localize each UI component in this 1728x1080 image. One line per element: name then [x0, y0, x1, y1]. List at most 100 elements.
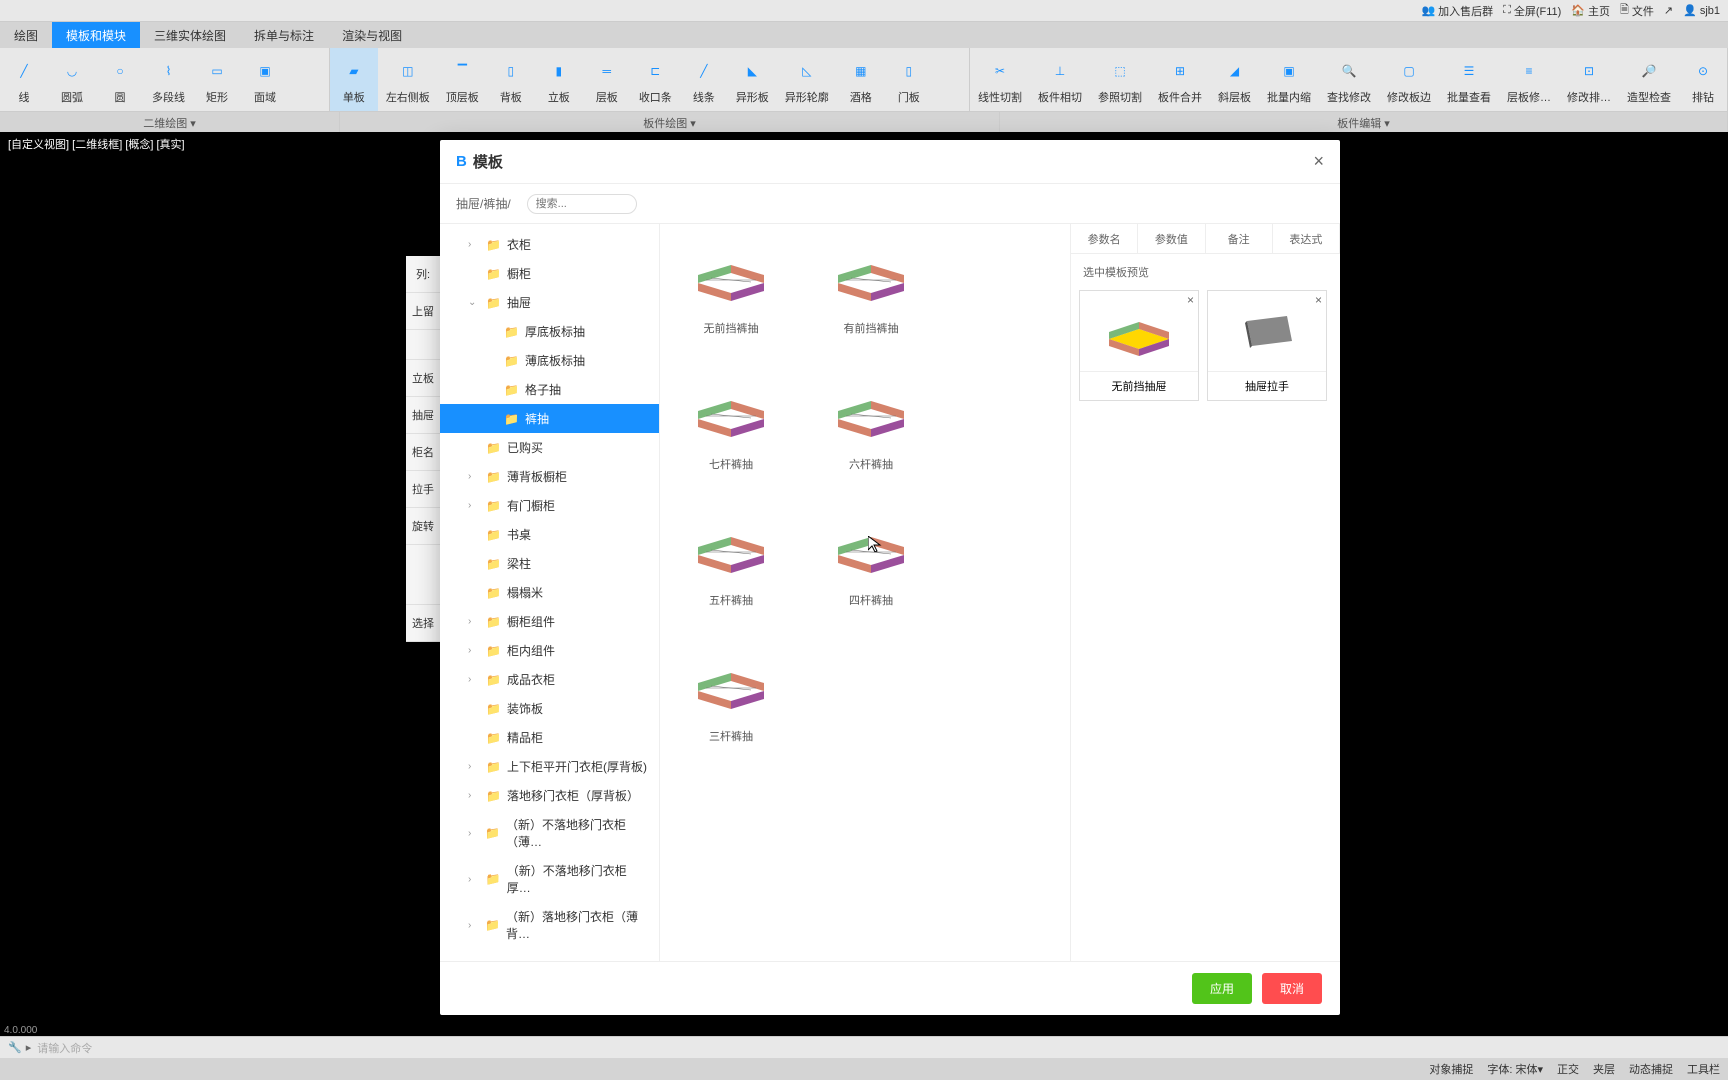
tree-item[interactable]: 📁格子抽: [440, 375, 659, 404]
tree-item[interactable]: 📁已购买: [440, 433, 659, 462]
tool-special[interactable]: ◣异形板: [728, 48, 777, 111]
tree-item-label: 柜内组件: [507, 642, 555, 659]
status-ortho[interactable]: 正交: [1557, 1061, 1579, 1077]
preview-close-button[interactable]: ×: [1315, 293, 1322, 307]
tree-item[interactable]: 📁榻榻米: [440, 578, 659, 607]
tree-item[interactable]: 📁书桌: [440, 520, 659, 549]
preview-close-button[interactable]: ×: [1187, 293, 1194, 307]
tool-line[interactable]: ╱线: [0, 48, 48, 111]
tool-trim[interactable]: ⊏收口条: [631, 48, 680, 111]
tool-merge[interactable]: ⊞板件合并: [1150, 48, 1210, 111]
template-card[interactable]: 无前挡裤抽: [676, 240, 786, 336]
footer-2d[interactable]: 二维绘图 ▾: [0, 112, 340, 132]
home-button[interactable]: 🏠 主页: [1571, 3, 1610, 19]
tool-rect[interactable]: ▭矩形: [193, 48, 241, 111]
tool-ref-cut[interactable]: ⬚参照切割: [1090, 48, 1150, 111]
prop-drawer: 抽屉: [406, 397, 440, 434]
template-card[interactable]: 有前挡裤抽: [816, 240, 926, 336]
tool-contour[interactable]: ◺异形轮廓: [777, 48, 837, 111]
folder-icon: 📁: [485, 826, 500, 840]
tab-3d[interactable]: 三维实体绘图: [140, 22, 240, 48]
tab-template[interactable]: 模板和模块: [52, 22, 140, 48]
tool-shelf-edit[interactable]: ≡层板修…: [1499, 48, 1559, 111]
tool-batch-shrink[interactable]: ▣批量内缩: [1259, 48, 1319, 111]
tree-item[interactable]: 📁裤抽: [440, 404, 659, 433]
command-bar[interactable]: 🔧 ▸ 请输入命令: [0, 1036, 1728, 1058]
tree-item[interactable]: ›📁衣柜: [440, 230, 659, 259]
tab-draw[interactable]: 绘图: [0, 22, 52, 48]
tree-sidebar[interactable]: ›📁衣柜📁橱柜⌄📁抽屉📁厚底板标抽📁薄底板标抽📁格子抽📁裤抽📁已购买›📁薄背板橱…: [440, 224, 660, 961]
footer-edit[interactable]: 板件编辑 ▾: [1000, 112, 1728, 132]
preview-tab-note[interactable]: 备注: [1206, 224, 1273, 253]
status-toolbar[interactable]: 工具栏: [1687, 1061, 1720, 1077]
aftersales-link[interactable]: 👥 加入售后群: [1421, 3, 1493, 19]
template-card[interactable]: 三杆裤抽: [676, 648, 786, 744]
tool-arc[interactable]: ◡圆弧: [48, 48, 96, 111]
tree-item[interactable]: ›📁上下柜平开门衣柜(厚背板): [440, 752, 659, 781]
breadcrumb[interactable]: 抽屉/裤抽/: [456, 195, 511, 212]
template-card[interactable]: 五杆裤抽: [676, 512, 786, 608]
footer-panel[interactable]: 板件绘图 ▾: [340, 112, 1000, 132]
tool-back-panel[interactable]: ▯背板: [487, 48, 535, 111]
tree-item[interactable]: 📁薄底板标抽: [440, 346, 659, 375]
tree-item[interactable]: ›📁薄背板橱柜: [440, 462, 659, 491]
tree-item[interactable]: 📁精品柜: [440, 723, 659, 752]
preview-tab-name[interactable]: 参数名: [1071, 224, 1138, 253]
tree-item[interactable]: ›📁有门橱柜: [440, 491, 659, 520]
status-dynsnap[interactable]: 动态捕捉: [1629, 1061, 1673, 1077]
tree-item[interactable]: ⌄📁抽屉: [440, 288, 659, 317]
tool-check[interactable]: 🔎造型检查: [1619, 48, 1679, 111]
file-button[interactable]: 🗎 文件: [1620, 1, 1654, 20]
tree-item[interactable]: ›📁柜内组件: [440, 636, 659, 665]
tool-circle[interactable]: ○圆: [96, 48, 144, 111]
preview-item[interactable]: × 抽屉拉手: [1207, 290, 1327, 401]
tree-item[interactable]: 📁装饰板: [440, 694, 659, 723]
template-card[interactable]: 六杆裤抽: [816, 376, 926, 472]
fullscreen-button[interactable]: ⛶ 全屏(F11): [1503, 3, 1561, 19]
tool-lines[interactable]: ╱线条: [680, 48, 728, 111]
tool-shelf[interactable]: ═层板: [583, 48, 631, 111]
cancel-button[interactable]: 取消: [1262, 973, 1322, 1004]
tree-item[interactable]: ›📁落地移门衣柜（厚背板）: [440, 781, 659, 810]
status-layer[interactable]: 夹层: [1593, 1061, 1615, 1077]
preview-tab-value[interactable]: 参数值: [1138, 224, 1205, 253]
tree-item[interactable]: 📁橱柜: [440, 259, 659, 288]
status-snap[interactable]: 对象捕捉: [1429, 1061, 1473, 1077]
search-input[interactable]: [527, 194, 637, 214]
tab-split[interactable]: 拆单与标注: [240, 22, 328, 48]
tab-render[interactable]: 渲染与视图: [328, 22, 416, 48]
tree-item[interactable]: ›📁（新）不落地移门衣柜厚…: [440, 856, 659, 902]
tree-item[interactable]: ›📁成品衣柜: [440, 665, 659, 694]
tool-drill[interactable]: ⊙排钻: [1679, 48, 1727, 111]
tool-arrange[interactable]: ⊡修改排…: [1559, 48, 1619, 111]
template-grid[interactable]: 无前挡裤抽有前挡裤抽七杆裤抽六杆裤抽五杆裤抽四杆裤抽三杆裤抽: [660, 224, 1070, 961]
tool-single-panel[interactable]: ▰单板: [330, 48, 378, 111]
tree-item[interactable]: ›📁（新）不落地移门衣柜（薄…: [440, 810, 659, 856]
tool-top-panel[interactable]: ▔顶层板: [438, 48, 487, 111]
tool-door[interactable]: ▯门板: [885, 48, 933, 111]
tree-item[interactable]: 📁厚底板标抽: [440, 317, 659, 346]
tool-linear-cut[interactable]: ✂线性切割: [970, 48, 1030, 111]
preview-tab-expr[interactable]: 表达式: [1273, 224, 1340, 253]
user-menu[interactable]: 👤 sjb1: [1683, 4, 1720, 17]
tool-region[interactable]: ▣面域: [241, 48, 289, 111]
template-card[interactable]: 四杆裤抽: [816, 512, 926, 608]
status-font[interactable]: 字体: 宋体▾: [1487, 1061, 1543, 1077]
tree-item[interactable]: ›📁橱柜组件: [440, 607, 659, 636]
share-button[interactable]: ↗: [1664, 4, 1673, 17]
apply-button[interactable]: 应用: [1192, 973, 1252, 1004]
tool-find[interactable]: 🔍查找修改: [1319, 48, 1379, 111]
modal-close-button[interactable]: ×: [1313, 151, 1324, 172]
tool-vert-panel[interactable]: ▮立板: [535, 48, 583, 111]
preview-item[interactable]: × 无前挡抽屉: [1079, 290, 1199, 401]
template-card[interactable]: 七杆裤抽: [676, 376, 786, 472]
tree-item[interactable]: ›📁（新）落地移门衣柜（薄背…: [440, 902, 659, 948]
tool-tangent[interactable]: ⊥板件相切: [1030, 48, 1090, 111]
tool-angle[interactable]: ◢斜层板: [1210, 48, 1259, 111]
tool-polyline[interactable]: ⌇多段线: [144, 48, 193, 111]
tool-edge[interactable]: ▢修改板边: [1379, 48, 1439, 111]
tool-batch-view[interactable]: ☰批量查看: [1439, 48, 1499, 111]
tool-side-panel[interactable]: ◫左右侧板: [378, 48, 438, 111]
tree-item[interactable]: 📁梁柱: [440, 549, 659, 578]
tool-wine[interactable]: ▦酒格: [837, 48, 885, 111]
